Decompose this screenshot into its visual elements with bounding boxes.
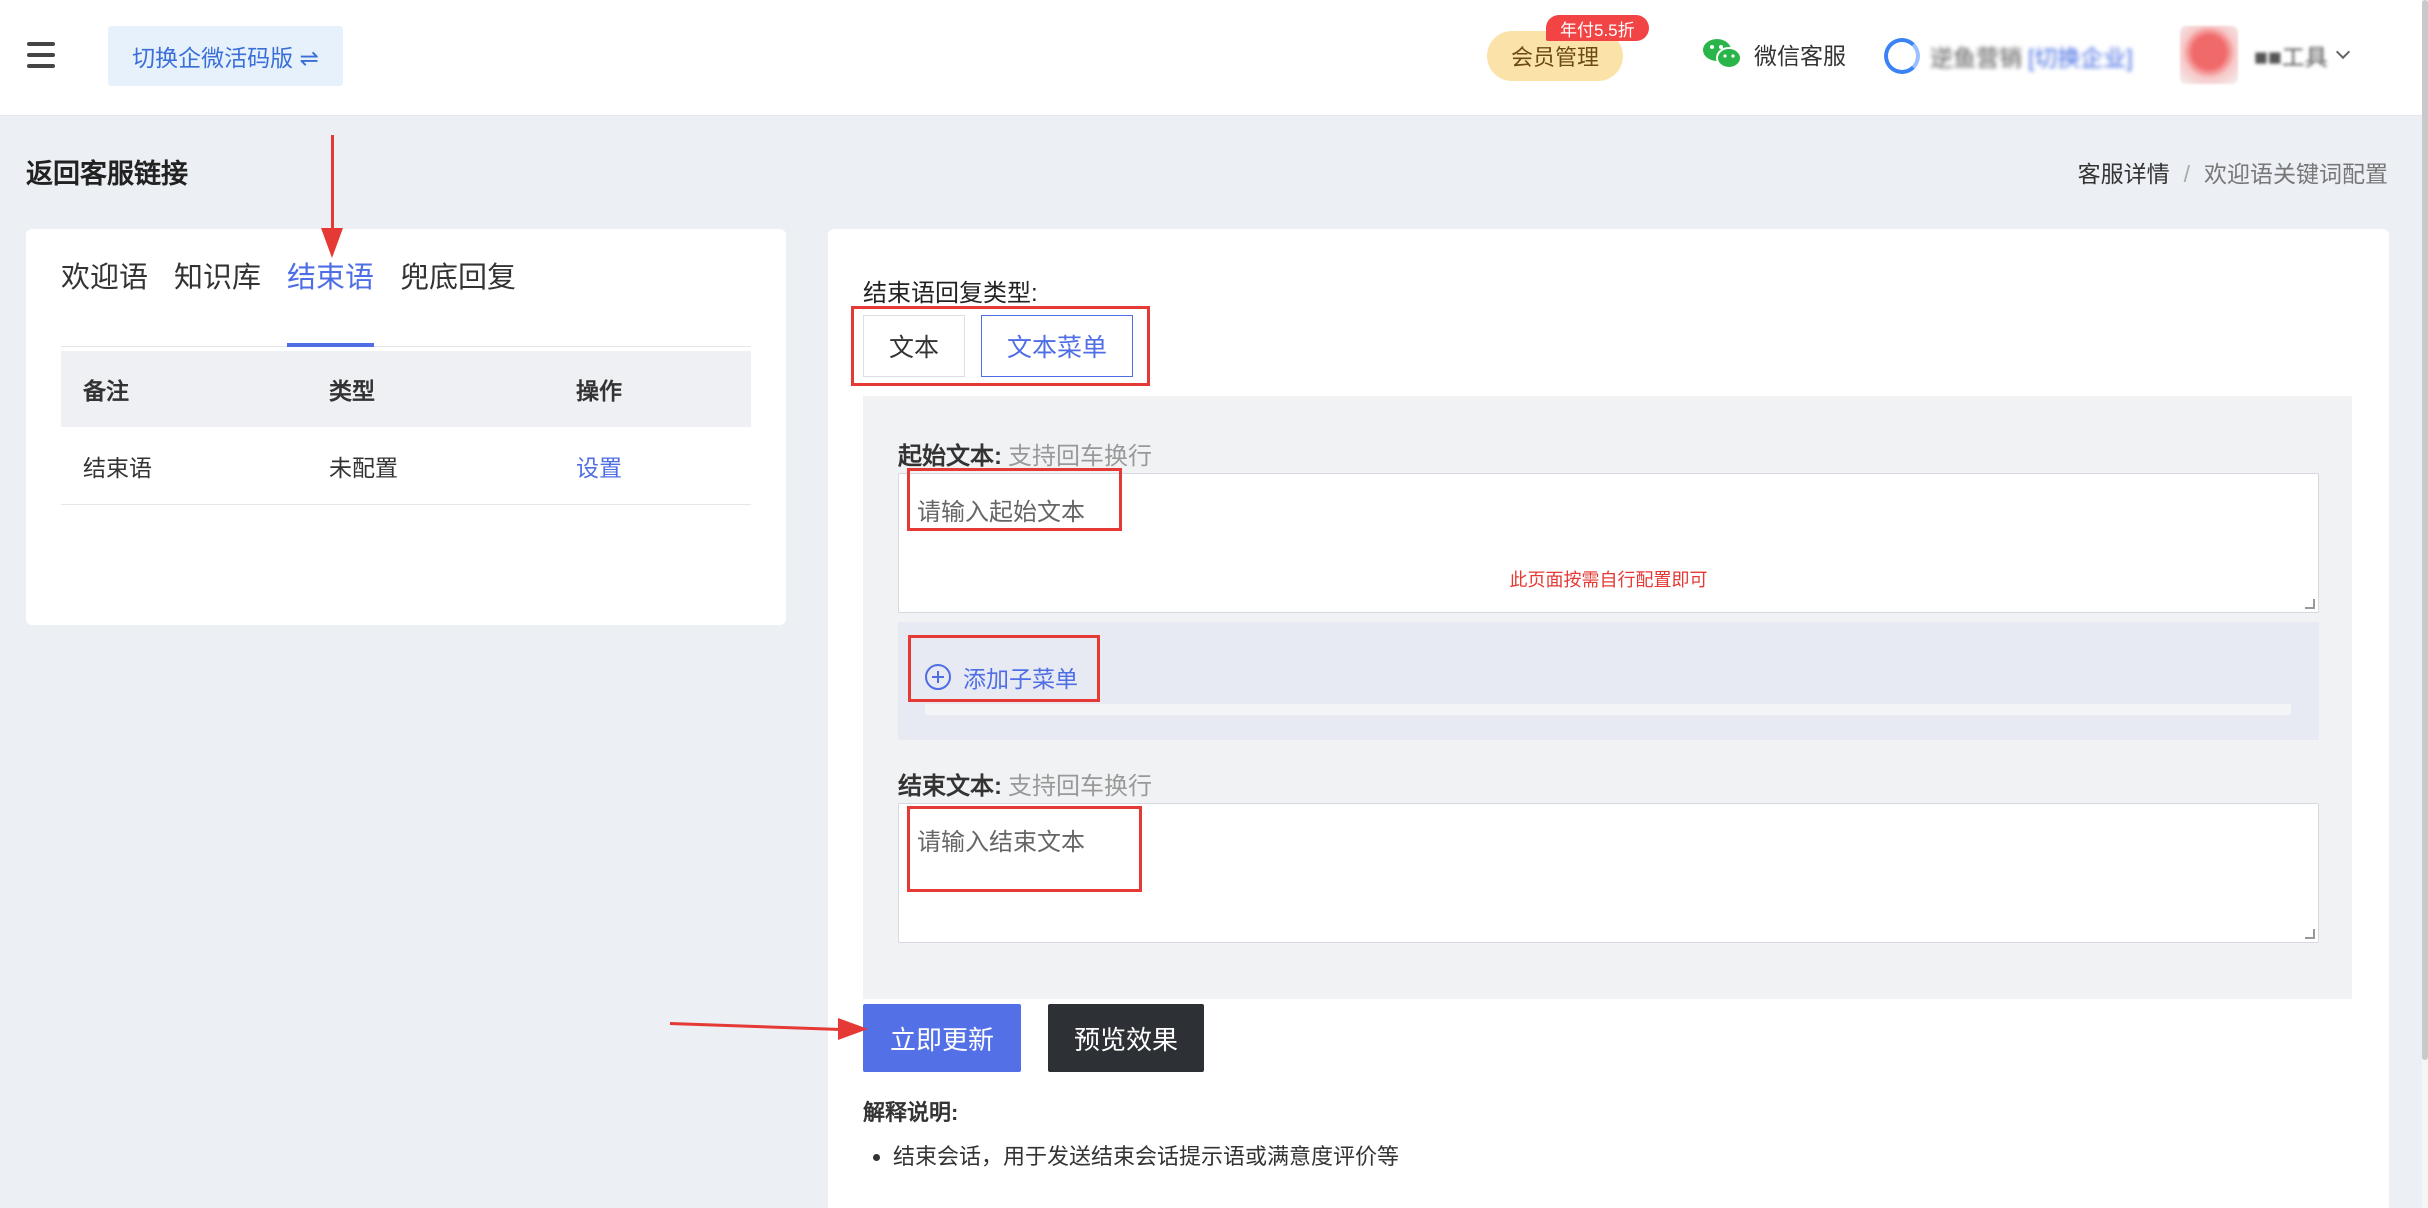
config-note: 此页面按需自行配置即可 <box>1509 570 1708 590</box>
tab-knowledge[interactable]: 知识库 <box>174 251 261 347</box>
annotation-arrowhead <box>321 228 343 258</box>
chevron-down-icon <box>2335 44 2350 60</box>
submenu-scrollbar[interactable] <box>925 704 2291 715</box>
tab-fallback[interactable]: 兜底回复 <box>400 251 516 347</box>
breadcrumb: 客服详情 / 欢迎语关键词配置 <box>2078 155 2388 189</box>
resize-handle-icon[interactable] <box>2305 599 2315 609</box>
annotation-box-start <box>907 468 1122 531</box>
company-switcher[interactable]: 逆鱼营销 [切换企业] <box>1884 38 2133 74</box>
left-config-panel: 欢迎语 知识库 结束语 兜底回复 备注 类型 操作 结束语 未配置 设置 <box>26 229 786 625</box>
preview-button[interactable]: 预览效果 <box>1048 1004 1204 1072</box>
annotation-arrow-down <box>331 135 334 237</box>
annotation-arrow-right <box>669 1022 848 1032</box>
resize-handle-icon[interactable] <box>2305 929 2315 939</box>
wechat-service-link[interactable]: 微信客服 <box>1702 36 1846 72</box>
wechat-service-label: 微信客服 <box>1754 43 1846 69</box>
end-text-label-text: 结束文本: <box>898 773 1002 800</box>
page-scrollbar[interactable] <box>2422 0 2428 1208</box>
tab-closing[interactable]: 结束语 <box>287 251 375 347</box>
explanation-title: 解释说明: <box>863 1100 959 1125</box>
top-header: 切换企微活码版 ⇌ 会员管理 年付5.5折 微信客服 逆鱼营销 [切换企业] ■… <box>0 0 2422 116</box>
annotation-arrowhead <box>838 1018 868 1040</box>
start-text-hint: 支持回车换行 <box>1008 443 1152 470</box>
table-header: 备注 类型 操作 <box>61 351 751 427</box>
avatar <box>2180 26 2238 84</box>
end-text-label: 结束文本: 支持回车换行 <box>898 766 1152 801</box>
wechat-icon <box>1703 39 1742 69</box>
submenu-area: 添加子菜单 <box>898 622 2319 740</box>
breadcrumb-separator: / <box>2183 161 2190 187</box>
user-menu[interactable]: ■■工具 <box>2180 26 2350 84</box>
annotation-box-end <box>907 806 1142 892</box>
switch-version-button[interactable]: 切换企微活码版 ⇌ <box>108 26 343 86</box>
reply-type-label: 结束语回复类型: <box>863 280 1038 307</box>
page-title[interactable]: 返回客服链接 <box>26 152 188 191</box>
switch-company-link[interactable]: [切换企业] <box>2028 39 2133 73</box>
annotation-box-submenu <box>908 635 1100 702</box>
start-text-label: 起始文本: 支持回车换行 <box>898 436 1152 471</box>
table-row: 结束语 未配置 设置 <box>61 427 751 505</box>
column-header-action: 操作 <box>576 378 622 404</box>
tab-welcome[interactable]: 欢迎语 <box>61 251 148 347</box>
explanation-list: 结束会话，用于发送结束会话提示语或满意度评价等 <box>893 1139 1399 1171</box>
config-tabs: 欢迎语 知识库 结束语 兜底回复 <box>61 251 751 347</box>
company-name: 逆鱼营销 <box>1930 45 2022 71</box>
breadcrumb-item[interactable]: 客服详情 <box>2078 161 2170 187</box>
user-name: ■■工具 <box>2254 44 2328 70</box>
list-item: 结束会话，用于发送结束会话提示语或满意度评价等 <box>893 1139 1399 1171</box>
cell-note: 结束语 <box>83 454 152 481</box>
menu-toggle-icon[interactable] <box>27 42 55 68</box>
update-now-button[interactable]: 立即更新 <box>863 1004 1021 1072</box>
company-logo-icon <box>1884 38 1920 74</box>
breadcrumb-current: 欢迎语关键词配置 <box>2204 161 2388 187</box>
end-text-hint: 支持回车换行 <box>1008 773 1152 800</box>
config-table: 备注 类型 操作 结束语 未配置 设置 <box>61 351 751 505</box>
setting-link[interactable]: 设置 <box>554 449 622 483</box>
start-text-label-text: 起始文本: <box>898 443 1002 470</box>
annotation-box-type <box>851 306 1150 386</box>
member-discount-badge: 年付5.5折 <box>1546 15 1649 41</box>
cell-type: 未配置 <box>329 454 398 481</box>
column-header-note: 备注 <box>83 378 129 404</box>
column-header-type: 类型 <box>329 378 375 404</box>
